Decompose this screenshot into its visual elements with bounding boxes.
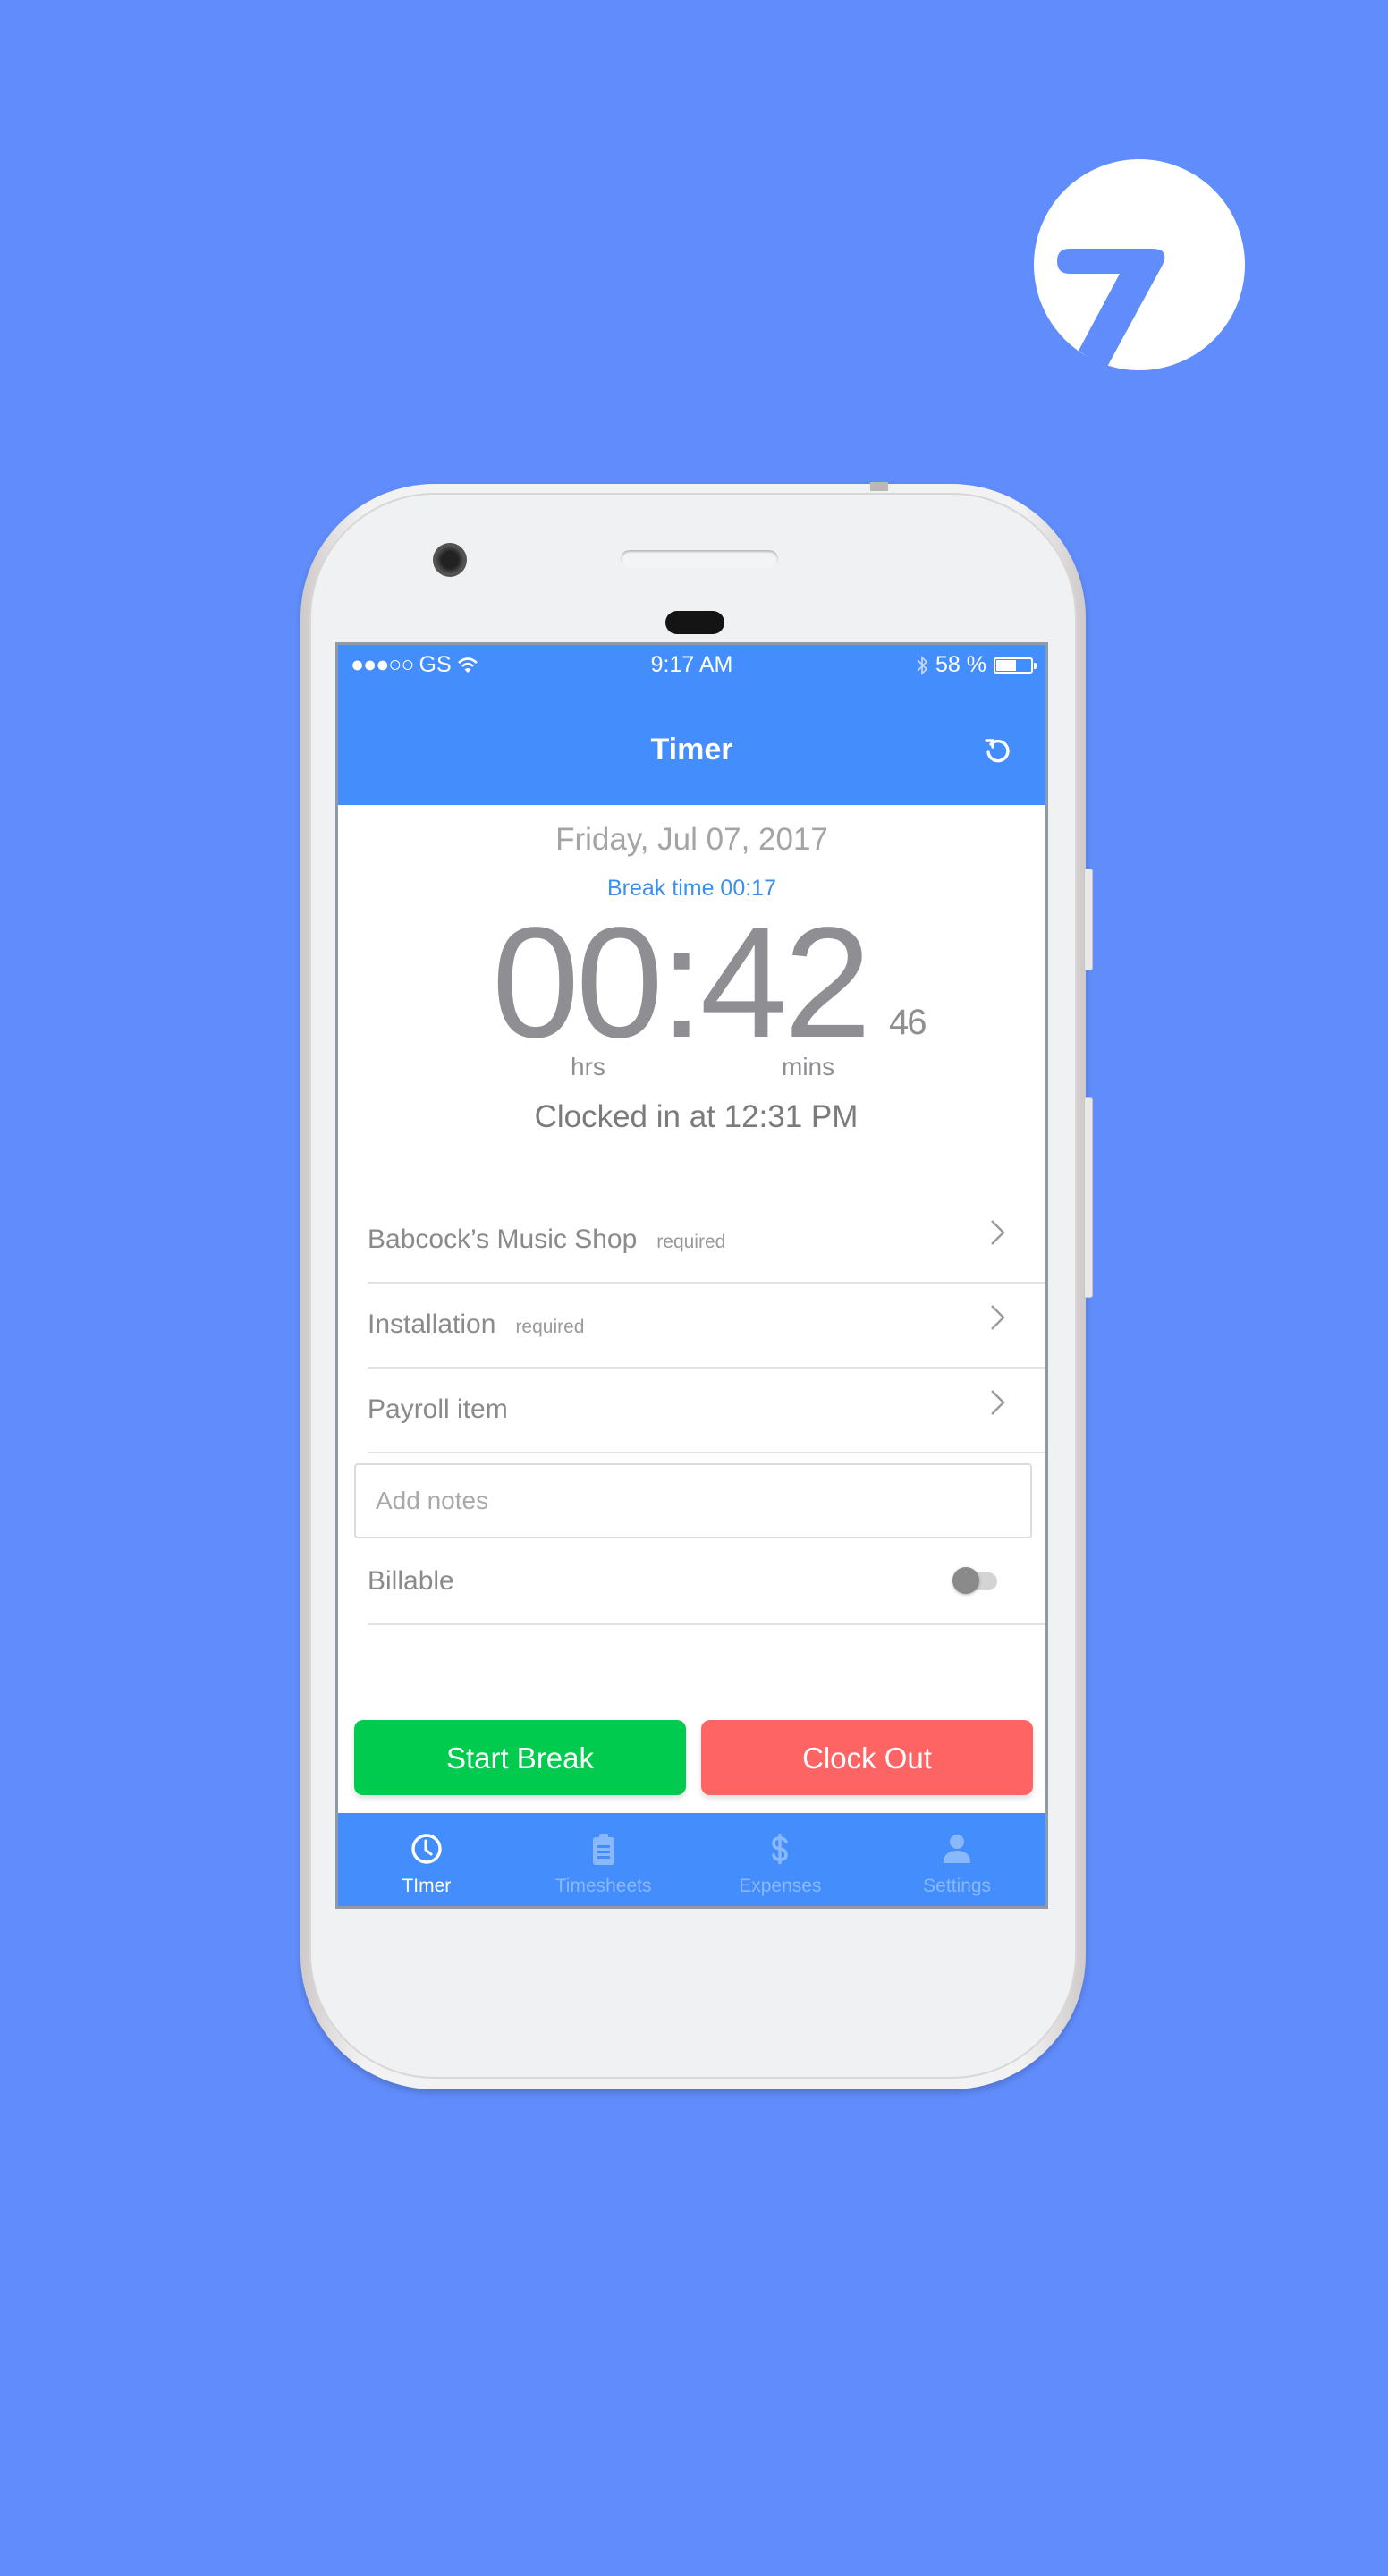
toggle-knob [952,1567,979,1594]
clock-icon [411,1834,442,1864]
tab-timer[interactable]: TImer [338,1813,515,1906]
service-item-field[interactable]: Installation required [368,1283,1045,1368]
status-bar: ●●●○○ GS 9:17 AM 58 % [338,645,1045,682]
tab-label: Settings [923,1876,992,1896]
tab-settings[interactable]: Settings [868,1813,1045,1906]
battery-icon [994,657,1037,674]
dollar-icon [772,1834,789,1864]
front-camera-icon [433,543,467,577]
phone-top-seam [870,482,888,491]
minutes-label: mins [782,1053,835,1080]
proximity-sensor [665,611,724,634]
tab-label: Timesheets [554,1876,652,1896]
clipboard-icon [592,1834,614,1865]
bluetooth-icon [917,655,928,675]
tab-label: Expenses [739,1876,822,1896]
battery-percent: 58 % [935,652,986,677]
clocked-in-time: Clocked in at 12:31 PM [534,1099,859,1134]
current-date: Friday, Jul 07, 2017 [555,822,828,857]
hours-label: hrs [571,1053,605,1080]
service-item-label: Installation [368,1309,496,1339]
app-screen: ●●●○○ GS 9:17 AM 58 % Timer Friday, Jul … [335,642,1048,1909]
payroll-item-label: Payroll item [368,1394,508,1424]
phone-side-button [1084,869,1093,970]
nav-bar: Timer [338,682,1045,805]
required-badge: required [515,1317,585,1337]
person-icon [944,1835,971,1863]
notes-input[interactable] [354,1463,1032,1538]
page-title: Timer [650,733,733,767]
chevron-right-icon [991,1390,1005,1415]
customer-field[interactable]: Babcock’s Music Shop required [368,1198,1045,1284]
billable-label: Billable [368,1566,454,1596]
required-badge: required [656,1232,726,1252]
chevron-right-icon [991,1220,1005,1245]
billable-row: Billable [368,1539,1045,1625]
elapsed-time: 00:42 [492,895,871,1071]
seven-logo-icon [1034,159,1245,370]
phone-volume-button [1084,1097,1093,1298]
start-break-button[interactable]: Start Break [354,1720,686,1795]
payroll-item-field[interactable]: Payroll item [368,1368,1045,1453]
clock-out-button[interactable]: Clock Out [701,1720,1033,1795]
refresh-icon[interactable] [983,736,1013,767]
tab-timesheets[interactable]: Timesheets [515,1813,692,1906]
tab-expenses[interactable]: Expenses [692,1813,869,1906]
earpiece-speaker [621,550,778,568]
tab-bar: TImer Timesheets Expenses Settings [338,1813,1045,1906]
billable-toggle[interactable] [952,1567,999,1594]
customer-label: Babcock’s Music Shop [368,1224,638,1254]
elapsed-seconds: 46 [889,1003,927,1042]
chevron-right-icon [991,1305,1005,1330]
tab-label: TImer [402,1876,452,1896]
